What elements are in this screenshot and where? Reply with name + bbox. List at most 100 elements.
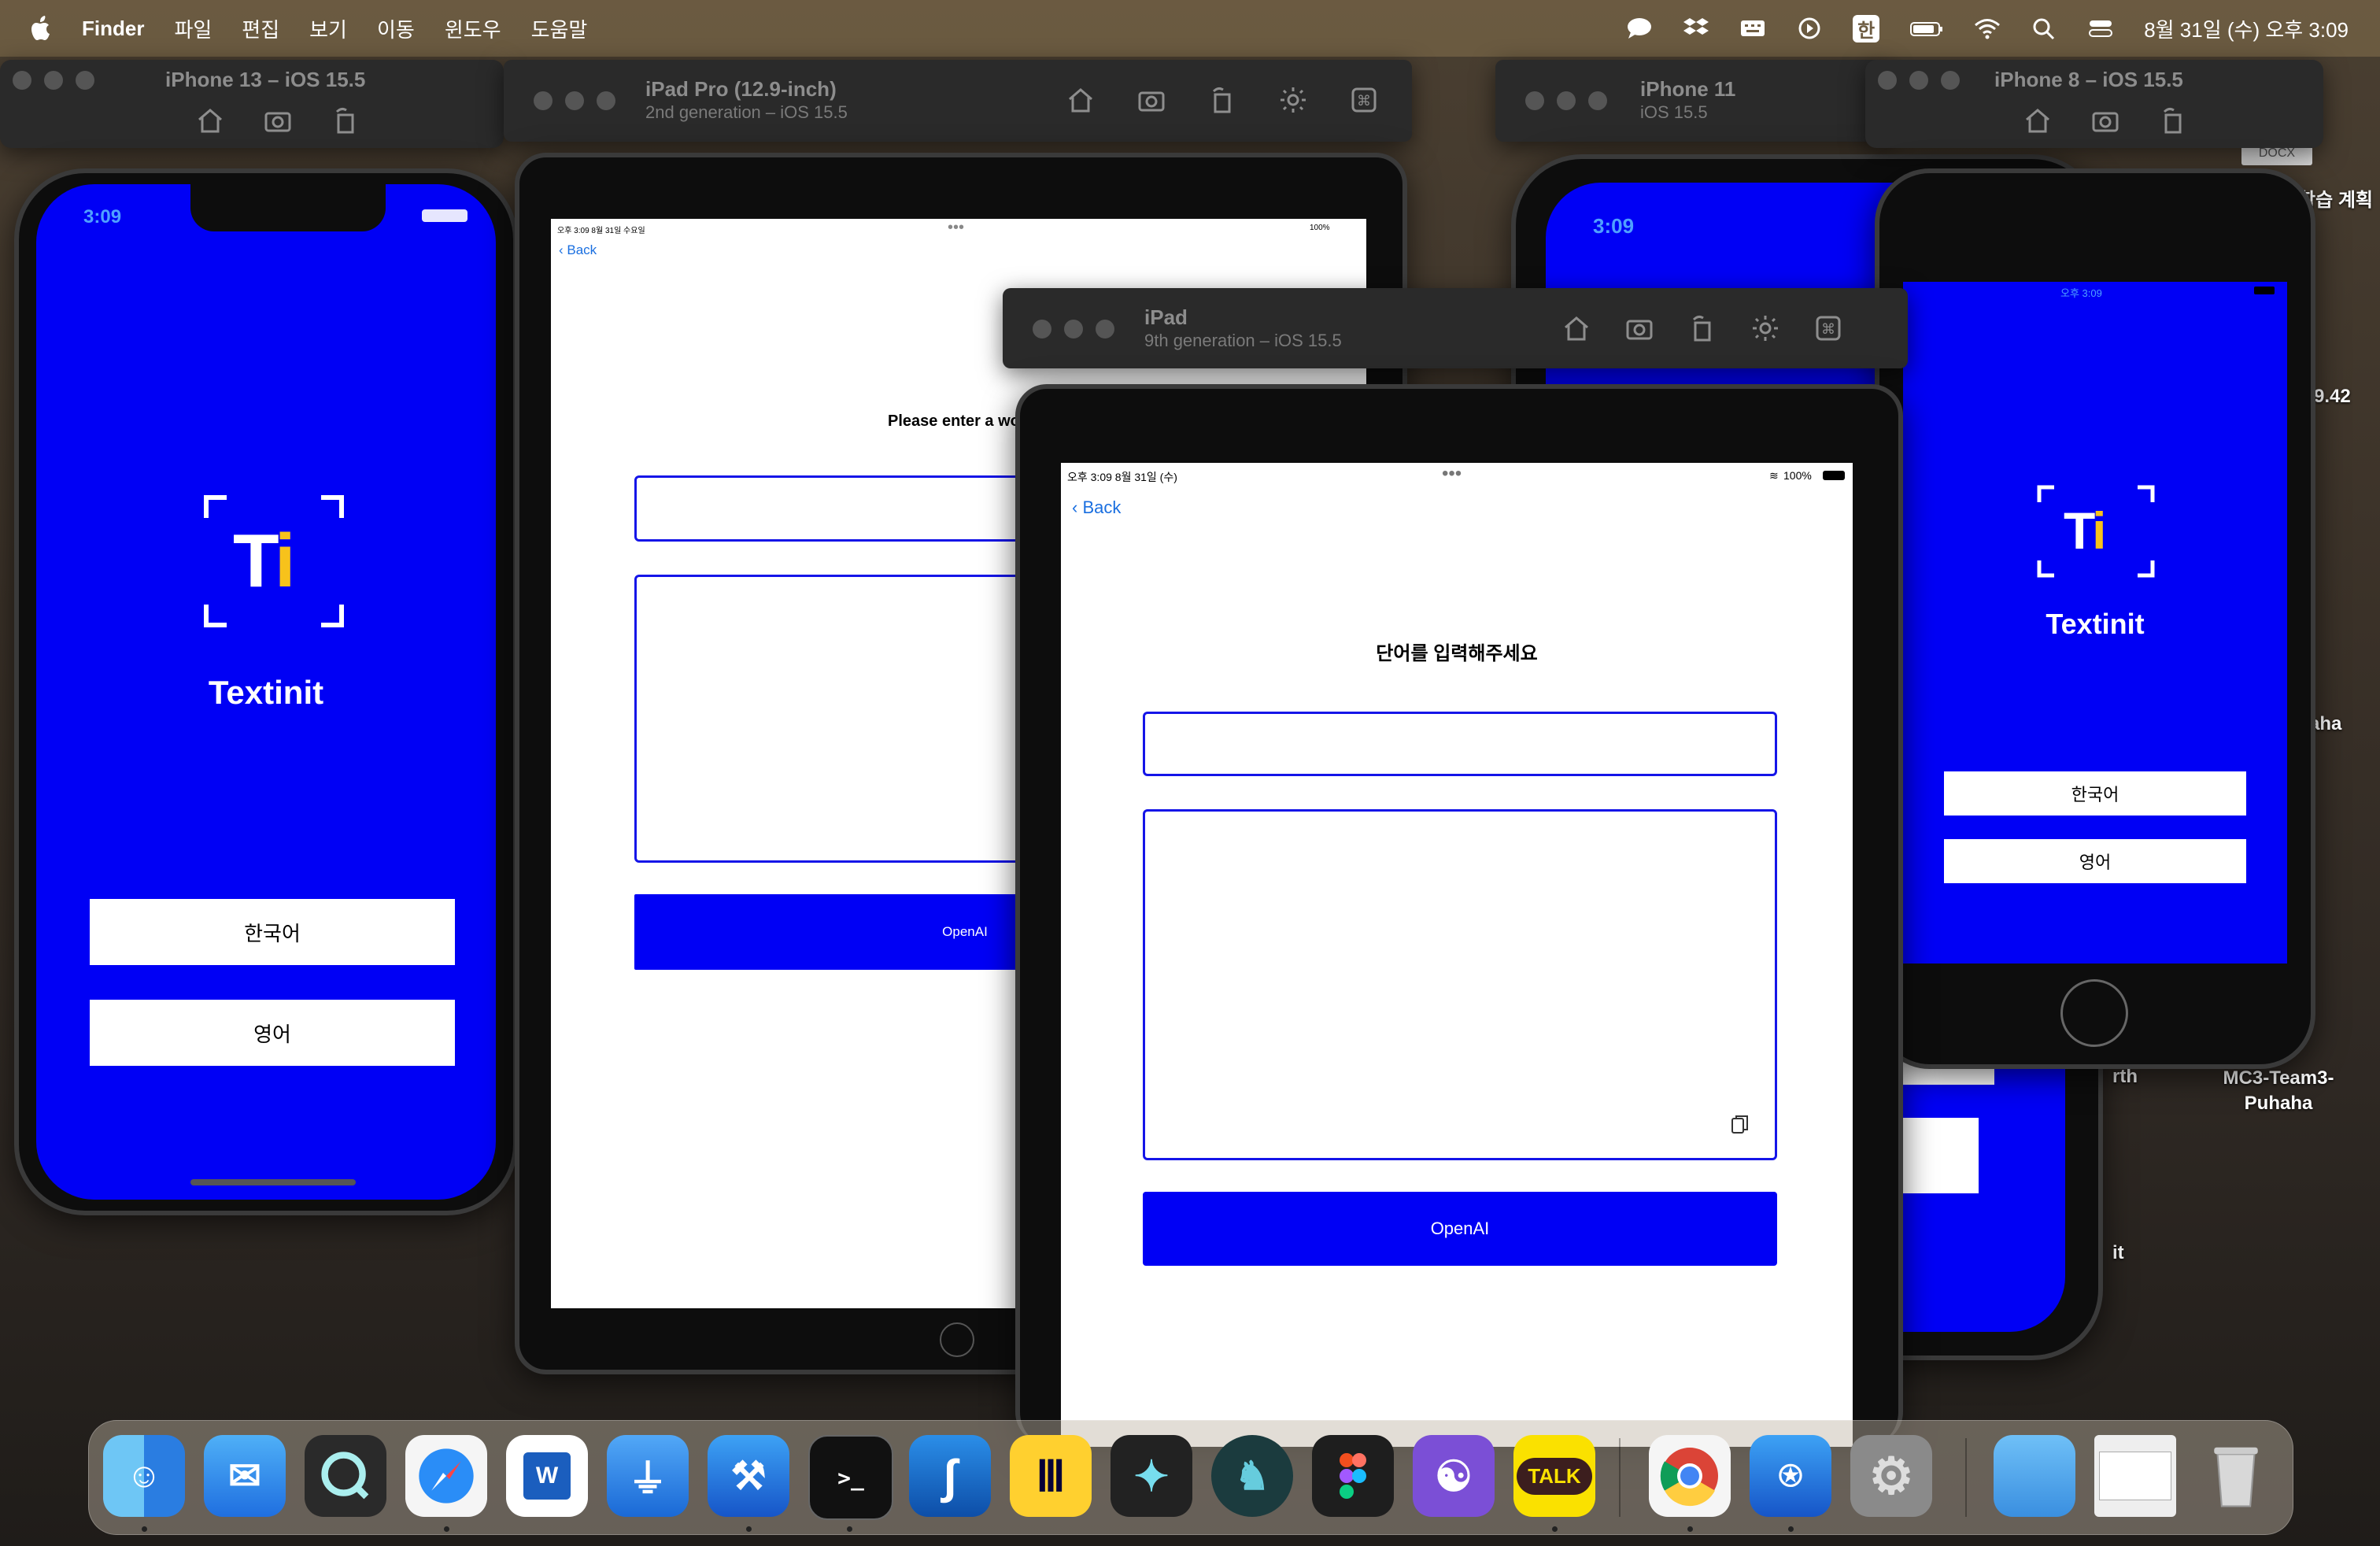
finder-icon[interactable]: ☺ xyxy=(103,1435,185,1517)
back-label: Back xyxy=(1082,497,1122,517)
mail-icon[interactable]: ✉ xyxy=(204,1435,286,1517)
downloads-stack-icon[interactable] xyxy=(2094,1435,2176,1517)
xcode-icon[interactable]: ⚒ xyxy=(708,1435,789,1517)
brightness-icon[interactable] xyxy=(1278,85,1308,115)
gitkraken-icon[interactable]: ♞ xyxy=(1211,1435,1293,1517)
iphone8-device: 오후 3:09 Ti Textinit 한국어 영어 xyxy=(1875,168,2315,1069)
iphone8-status-battery xyxy=(2254,287,2275,294)
keynote-icon[interactable]: ⏚ xyxy=(607,1435,689,1517)
menu-file[interactable]: 파일 xyxy=(174,14,212,43)
menubar-clock[interactable]: 8월 31일 (수) 오후 3:09 xyxy=(2144,14,2349,43)
svg-text:⌘: ⌘ xyxy=(1357,93,1371,109)
notch xyxy=(190,184,386,231)
simulator-icon[interactable]: ⍟ xyxy=(1750,1435,1831,1517)
active-app-name[interactable]: Finder xyxy=(82,17,144,41)
prompt-label: 단어를 입력해주세요 xyxy=(1376,643,1538,664)
safari-icon[interactable] xyxy=(405,1435,487,1517)
menu-view[interactable]: 보기 xyxy=(309,14,347,43)
openai-button[interactable]: OpenAI xyxy=(1143,1192,1777,1266)
keyboard-icon[interactable] xyxy=(1739,17,1766,40)
input-source-indicator[interactable]: 한 xyxy=(1853,14,1880,43)
messages-icon[interactable] xyxy=(1626,17,1653,40)
more-dots-icon[interactable]: ••• xyxy=(1442,463,1462,485)
ipadpro-status-left: 오후 3:09 8월 31일 수요일 xyxy=(557,227,645,235)
brightness-icon[interactable] xyxy=(1750,313,1780,343)
iphone8-title: iPhone 8 – iOS 15.5 xyxy=(1994,68,2183,91)
home-icon[interactable] xyxy=(195,105,225,135)
screenshot-icon[interactable] xyxy=(2090,105,2120,135)
command-icon[interactable]: ⌘ xyxy=(1349,85,1379,115)
rotate-icon[interactable] xyxy=(2158,105,2188,135)
iphone13-toolbar-icons xyxy=(195,105,360,135)
desktop-folder-label[interactable]: MC3-Team3-Puhaha xyxy=(2212,1066,2345,1116)
app-logo: Ti xyxy=(2037,485,2155,578)
screenshot-icon[interactable] xyxy=(1136,85,1166,115)
home-indicator[interactable] xyxy=(190,1179,356,1185)
iphone8-screen: 오후 3:09 Ti Textinit 한국어 영어 xyxy=(1903,282,2287,963)
figma-icon[interactable] xyxy=(1312,1435,1394,1517)
english-button[interactable]: 영어 xyxy=(1944,839,2246,883)
wifi-icon[interactable] xyxy=(1974,17,2001,40)
home-icon[interactable] xyxy=(1066,85,1096,115)
ipad9-battery-icon xyxy=(1823,471,1845,480)
prompt-label: Please enter a wo xyxy=(888,412,1020,430)
trash-icon[interactable] xyxy=(2195,1435,2277,1517)
appicon-maker-icon[interactable]: ✦ xyxy=(1111,1435,1192,1517)
home-icon[interactable] xyxy=(2023,105,2053,135)
rotate-icon[interactable] xyxy=(331,105,360,135)
kakaotalk-icon[interactable]: TALK xyxy=(1513,1435,1595,1517)
window-controls[interactable] xyxy=(13,71,94,90)
korean-button[interactable]: 한국어 xyxy=(1944,771,2246,816)
desktop-label-942[interactable]: 9.42 xyxy=(2314,386,2351,408)
window-controls[interactable] xyxy=(534,91,615,110)
search-icon[interactable] xyxy=(2031,17,2057,40)
status-icons xyxy=(422,209,468,222)
menu-go[interactable]: 이동 xyxy=(377,14,415,43)
menu-edit[interactable]: 편집 xyxy=(242,14,279,43)
home-icon[interactable] xyxy=(1561,313,1591,343)
rotate-icon[interactable] xyxy=(1207,85,1237,115)
app-name: Textinit xyxy=(2046,608,2145,640)
system-preferences-icon[interactable]: ⚙ xyxy=(1850,1435,1932,1517)
menu-help[interactable]: 도움말 xyxy=(531,14,588,43)
ipad9-wifi-icon: ≋ xyxy=(1769,469,1779,482)
korean-button[interactable]: 한국어 xyxy=(90,899,455,965)
github-desktop-icon[interactable]: ☯ xyxy=(1413,1435,1495,1517)
window-controls[interactable] xyxy=(1525,91,1607,110)
home-button[interactable] xyxy=(940,1322,974,1357)
home-button[interactable] xyxy=(2060,979,2128,1047)
word-icon[interactable]: W xyxy=(506,1435,588,1517)
english-button[interactable]: 영어 xyxy=(90,1000,455,1066)
dock-divider xyxy=(1965,1438,1967,1517)
desktop-label-it[interactable]: it xyxy=(2112,1242,2124,1264)
ipad9-toolbar-icons: ⌘ xyxy=(1561,313,1843,343)
window-controls[interactable] xyxy=(1033,320,1114,338)
back-button[interactable]: ‹ Back xyxy=(559,242,597,258)
more-dots-icon[interactable]: ••• xyxy=(948,219,964,237)
chrome-icon[interactable] xyxy=(1649,1435,1731,1517)
window-controls[interactable] xyxy=(1878,71,1960,90)
back-button[interactable]: ‹ Back xyxy=(1072,497,1121,518)
control-center-icon[interactable] xyxy=(2087,17,2114,40)
battery-icon[interactable] xyxy=(1909,17,1944,40)
screenshot-icon[interactable] xyxy=(263,105,293,135)
back-label: Back xyxy=(567,242,597,257)
folder-icon[interactable] xyxy=(1994,1435,2075,1517)
dropbox-icon[interactable] xyxy=(1683,17,1709,40)
sourcetree-icon[interactable]: ∫ xyxy=(909,1435,991,1517)
desktop-label-rth[interactable]: rth xyxy=(2112,1066,2138,1088)
quicktime-icon[interactable] xyxy=(305,1435,386,1517)
command-icon[interactable]: ⌘ xyxy=(1813,313,1843,343)
screenshot-icon[interactable] xyxy=(1624,313,1654,343)
word-input[interactable] xyxy=(1143,712,1777,776)
svg-text:⌘: ⌘ xyxy=(1821,321,1835,337)
copy-icon[interactable] xyxy=(1731,1114,1750,1136)
rotate-icon[interactable] xyxy=(1687,313,1717,343)
terminal-icon[interactable]: >_ xyxy=(808,1435,893,1520)
menu-window[interactable]: 윈도우 xyxy=(445,14,501,43)
play-icon[interactable] xyxy=(1796,17,1823,40)
miro-icon[interactable]: Ⅲ xyxy=(1010,1435,1092,1517)
result-textarea[interactable] xyxy=(1143,809,1777,1160)
apple-menu-icon[interactable] xyxy=(30,15,54,42)
ipadpro-title: iPad Pro (12.9-inch) xyxy=(645,77,837,101)
